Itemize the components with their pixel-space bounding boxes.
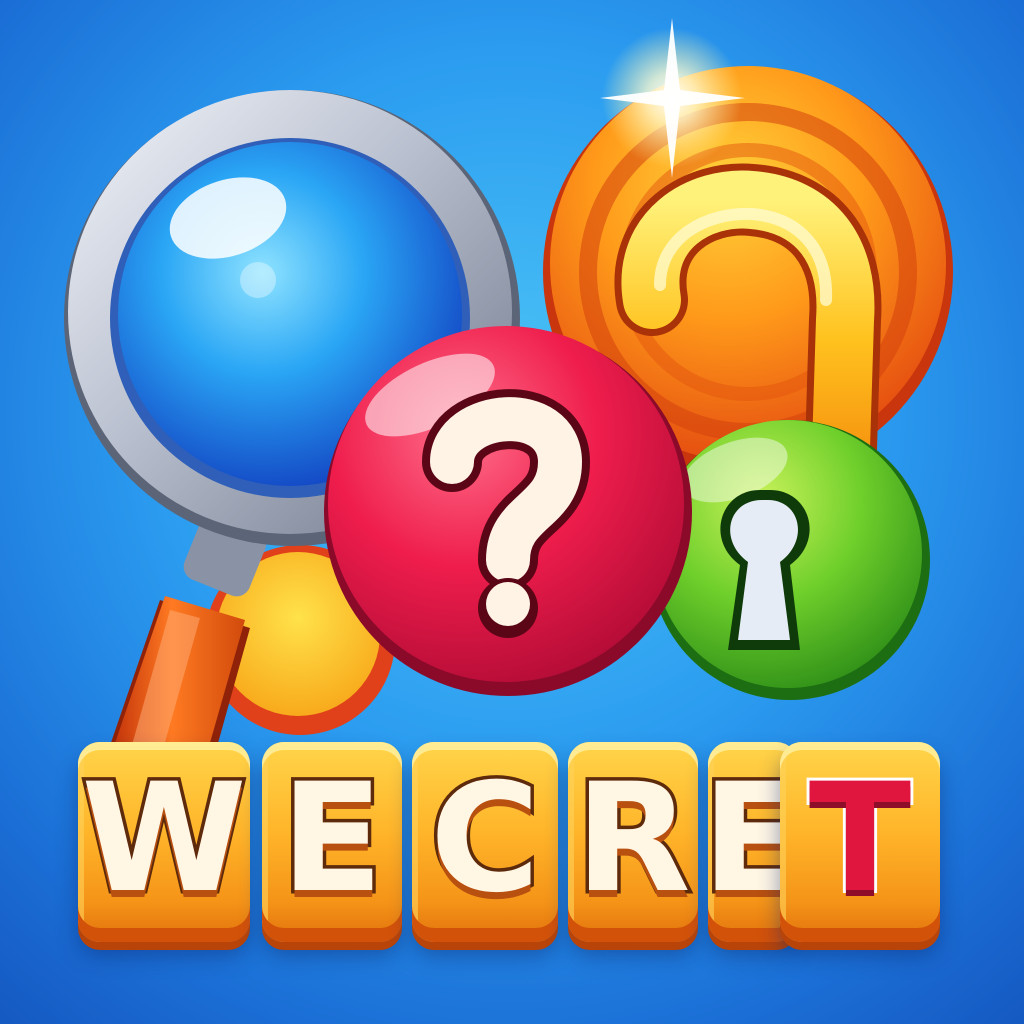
letter: C [426, 752, 543, 926]
letter-tile: T [780, 742, 940, 942]
letter: E [277, 752, 387, 926]
letter-tile: R [568, 742, 698, 942]
letter: W [78, 752, 250, 926]
letter-tile: W [78, 742, 250, 942]
letter: T [806, 752, 914, 926]
letter-tile: E [262, 742, 402, 942]
letter-tile: C [412, 742, 558, 942]
green-lock-ball [650, 420, 930, 700]
question-mark-ball [324, 326, 692, 696]
letter: R [572, 752, 694, 926]
